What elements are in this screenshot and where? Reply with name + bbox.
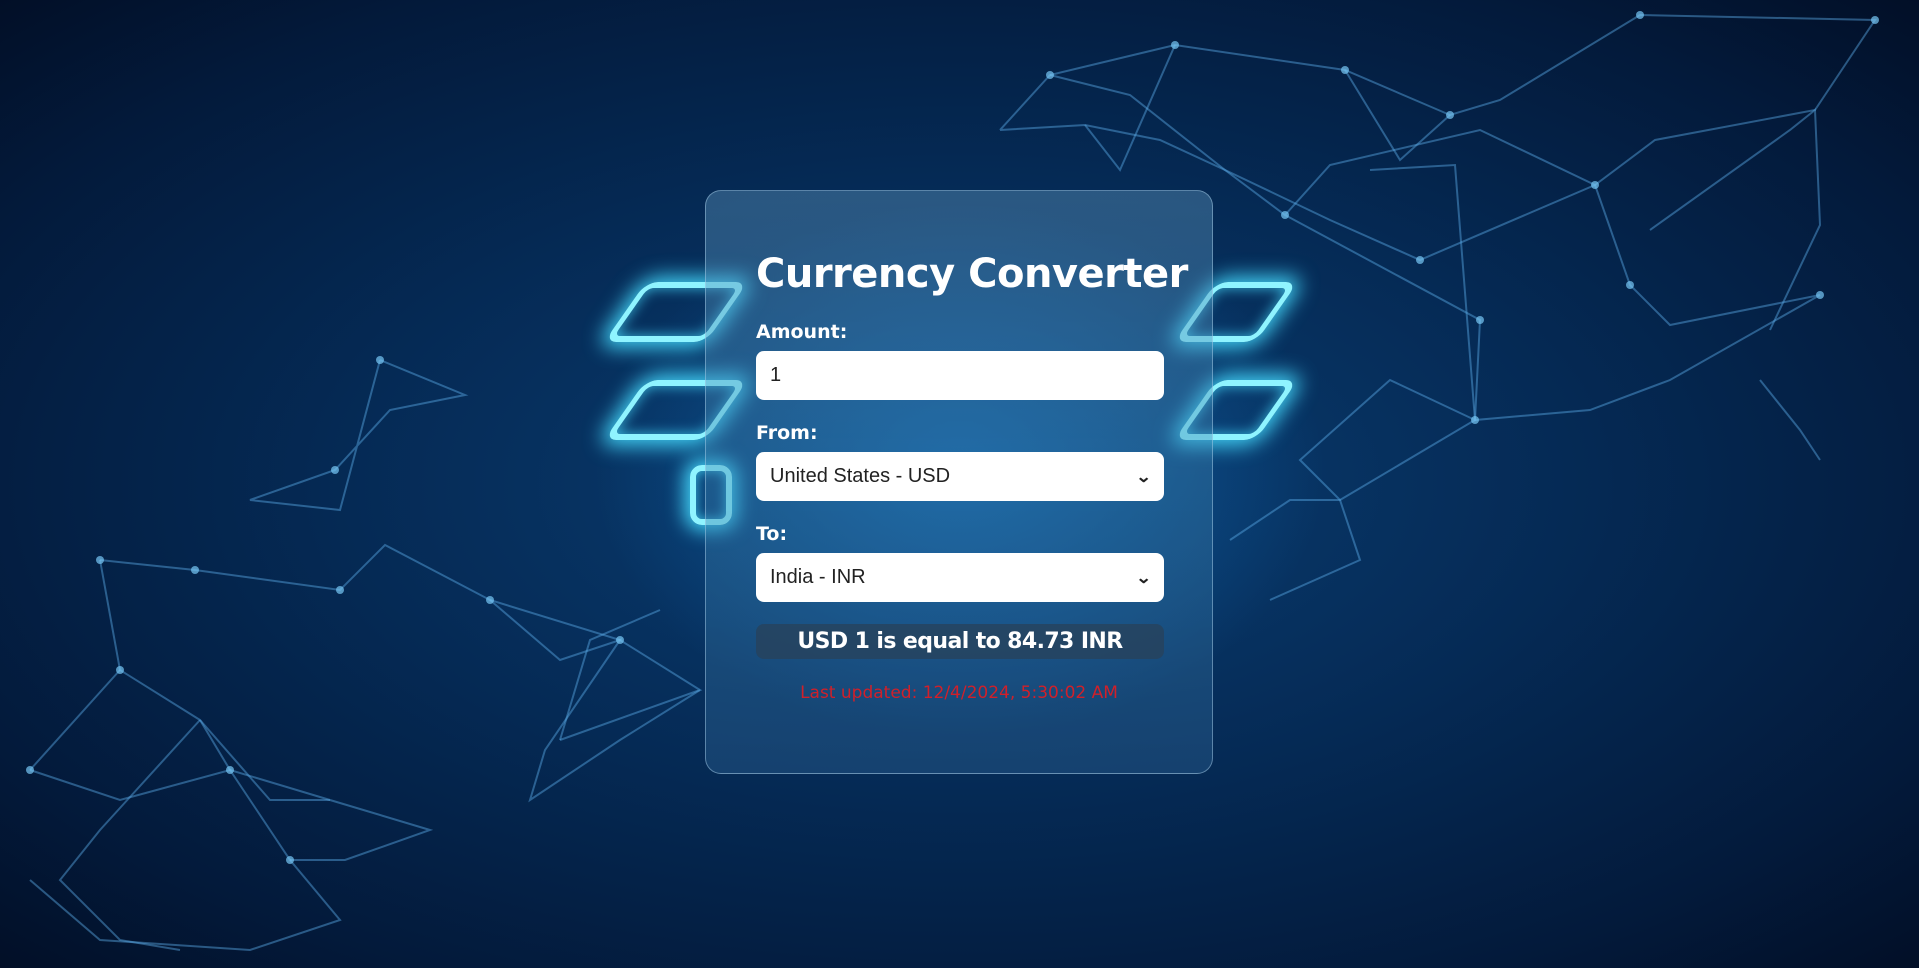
- converter-card: Currency Converter Amount: 1 From: Unite…: [705, 190, 1213, 774]
- page-title: Currency Converter: [756, 251, 1188, 297]
- amount-input[interactable]: 1: [756, 351, 1164, 400]
- from-label: From:: [756, 422, 818, 444]
- to-currency-value: India - INR: [770, 566, 866, 588]
- conversion-result: USD 1 is equal to 84.73 INR: [756, 624, 1164, 659]
- to-label: To:: [756, 523, 788, 545]
- last-updated-text: Last updated: 12/4/2024, 5:30:02 AM: [800, 683, 1118, 703]
- amount-label: Amount:: [756, 321, 848, 343]
- from-currency-value: United States - USD: [770, 465, 951, 487]
- amount-value: 1: [770, 364, 782, 386]
- chevron-down-icon: ⌄: [1135, 569, 1152, 587]
- to-currency-select[interactable]: India - INR ⌄: [756, 553, 1164, 602]
- from-currency-select[interactable]: United States - USD ⌄: [756, 452, 1164, 501]
- chevron-down-icon: ⌄: [1135, 468, 1152, 486]
